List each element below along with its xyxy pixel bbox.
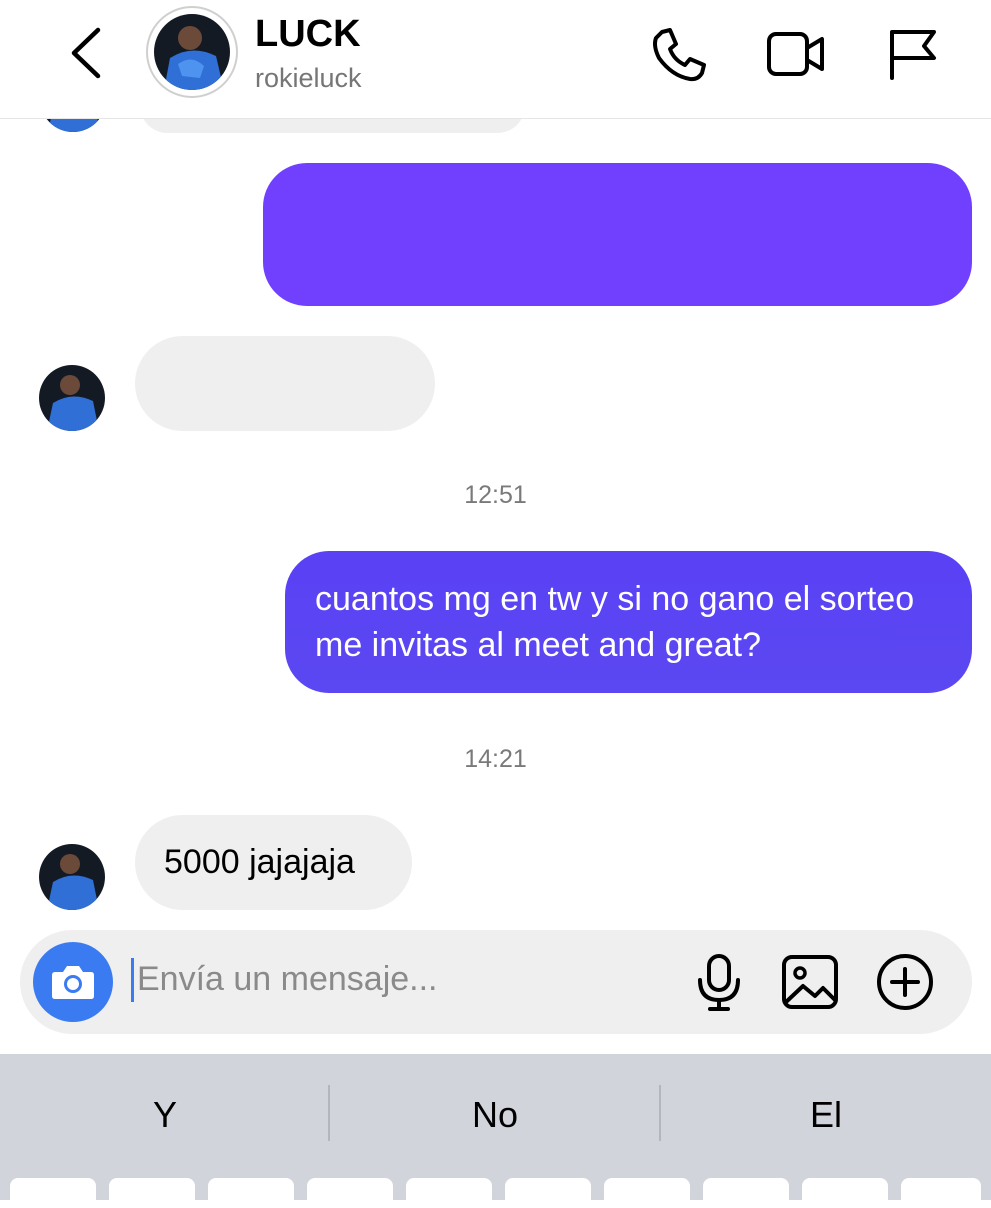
- outgoing-message-bubble[interactable]: [263, 163, 972, 306]
- back-button[interactable]: [62, 24, 112, 82]
- sender-avatar: [39, 365, 105, 431]
- add-circle-icon: [877, 954, 933, 1010]
- message-input[interactable]: Envía un mensaje...: [137, 960, 438, 999]
- chat-header: LUCK rokieluck: [0, 0, 991, 119]
- suggestion-item[interactable]: No: [330, 1094, 660, 1136]
- camera-button[interactable]: [33, 942, 113, 1022]
- more-options-button[interactable]: [873, 950, 937, 1014]
- keyboard-key[interactable]: [703, 1178, 789, 1208]
- microphone-icon: [698, 954, 740, 1011]
- text-cursor: [131, 958, 134, 1002]
- suggestion-item[interactable]: Y: [0, 1094, 330, 1136]
- video-camera-icon: [767, 32, 824, 76]
- sender-avatar: [39, 844, 105, 910]
- message-timestamp: 14:21: [464, 745, 527, 773]
- image-icon: [782, 955, 838, 1009]
- phone-icon: [653, 28, 706, 82]
- contact-name[interactable]: LUCK: [255, 13, 361, 56]
- keyboard-key[interactable]: [901, 1178, 981, 1208]
- incoming-message-bubble[interactable]: [135, 336, 435, 431]
- keyboard-key[interactable]: [10, 1178, 96, 1208]
- keyboard-key[interactable]: [109, 1178, 195, 1208]
- gallery-button[interactable]: [779, 950, 841, 1014]
- outgoing-message-bubble[interactable]: cuantos mg en tw y si no gano el sorteo …: [285, 551, 972, 693]
- incoming-message-bubble[interactable]: 5000 jajajaja: [135, 815, 412, 910]
- voice-message-button[interactable]: [690, 950, 748, 1014]
- back-chevron-icon: [71, 27, 101, 79]
- keyboard-key[interactable]: [307, 1178, 393, 1208]
- report-flag-button[interactable]: [880, 24, 942, 86]
- keyboard-key[interactable]: [406, 1178, 492, 1208]
- message-timestamp: 12:51: [464, 481, 527, 509]
- outgoing-message-text: cuantos mg en tw y si no gano el sorteo …: [315, 580, 915, 664]
- flag-icon: [890, 30, 936, 80]
- video-call-button[interactable]: [764, 24, 826, 86]
- keyboard-key[interactable]: [208, 1178, 294, 1208]
- keyboard-key[interactable]: [505, 1178, 591, 1208]
- profile-avatar[interactable]: [154, 14, 230, 90]
- keyboard-key[interactable]: [802, 1178, 888, 1208]
- suggestion-item[interactable]: El: [661, 1094, 991, 1136]
- keyboard-key[interactable]: [604, 1178, 690, 1208]
- incoming-message-text: 5000 jajajaja: [164, 843, 355, 881]
- camera-icon: [52, 966, 94, 999]
- message-thread: 12:51 cuantos mg en tw y si no gano el s…: [0, 66, 991, 930]
- phone-call-button[interactable]: [648, 24, 710, 86]
- contact-username[interactable]: rokieluck: [255, 63, 362, 94]
